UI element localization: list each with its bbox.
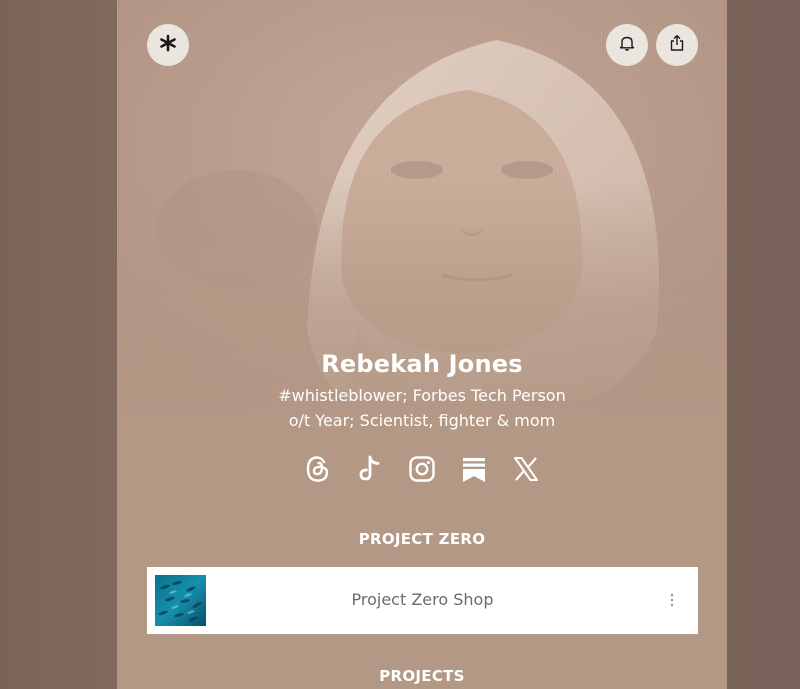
share-button[interactable]: [656, 24, 698, 66]
profile-bio-line-2: o/t Year; Scientist, fighter & mom: [288, 411, 556, 430]
bell-icon: [618, 34, 636, 56]
link-title: Project Zero Shop: [351, 590, 494, 609]
linktree-menu-button[interactable]: [147, 24, 189, 66]
linktree-asterisk-icon: [159, 34, 177, 56]
profile-card: Rebekah Jones #whistleblower; Forbes Tec…: [117, 0, 727, 689]
profile-bio-line-1: #whistleblower; Forbes Tech Person: [278, 386, 566, 405]
section-title-projects: PROJECTS: [379, 667, 465, 685]
profile-name: Rebekah Jones: [321, 350, 523, 378]
substack-icon[interactable]: [459, 449, 489, 489]
threads-icon[interactable]: [303, 449, 333, 489]
tiktok-icon[interactable]: [355, 449, 385, 489]
kebab-menu-icon[interactable]: [662, 587, 682, 613]
link-project-zero-shop[interactable]: Project Zero Shop: [147, 567, 698, 634]
social-links: [117, 449, 727, 489]
share-icon: [668, 34, 686, 56]
section-title-project-zero: PROJECT ZERO: [358, 530, 486, 548]
subscribe-button[interactable]: [606, 24, 648, 66]
x-icon[interactable]: [511, 449, 541, 489]
instagram-icon[interactable]: [407, 449, 437, 489]
